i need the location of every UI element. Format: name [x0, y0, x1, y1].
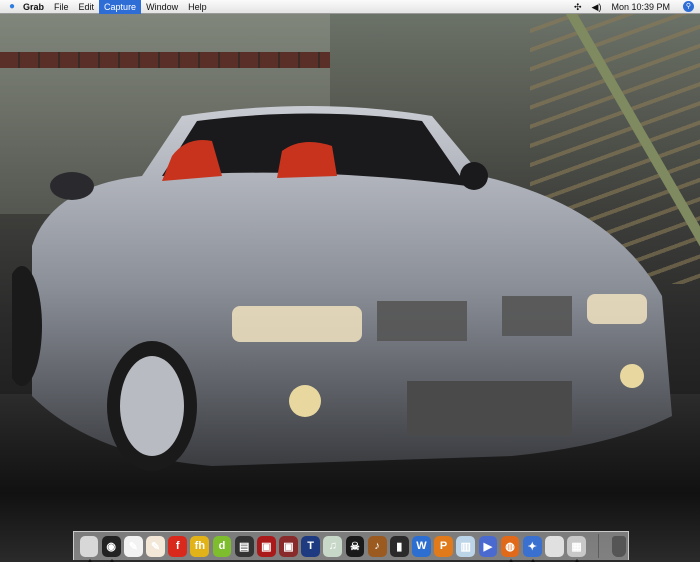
volume-icon[interactable]: ◀) [587, 0, 607, 14]
dock-finder-icon[interactable] [79, 535, 99, 562]
menu-help[interactable]: Help [183, 0, 212, 14]
dock-script-book-icon[interactable]: ▮ [389, 535, 409, 557]
dock-dreamweaver-icon[interactable]: d [212, 535, 232, 557]
network-icon[interactable]: ✣ [569, 0, 587, 14]
dock-itunes-icon[interactable]: ♫ [323, 535, 343, 557]
spotlight-icon[interactable]: ⚲ [683, 1, 694, 12]
dock-separator [597, 534, 599, 558]
menu-clock[interactable]: Mon 10:39 PM [606, 0, 675, 14]
dock-firefox-icon[interactable]: ◍ [500, 535, 520, 562]
dock-freehand-icon[interactable]: fh [190, 535, 210, 557]
dock-trash-icon[interactable] [612, 535, 627, 557]
apple-icon[interactable]: ● [0, 1, 18, 12]
dock-word-icon[interactable]: W [412, 535, 431, 557]
brick-stripe [0, 52, 330, 68]
sports-car-image [12, 106, 672, 471]
menu-window[interactable]: Window [141, 0, 183, 14]
dock-dvd-studio-icon[interactable]: ▣ [256, 535, 276, 557]
dock-imovie-icon[interactable]: ▣ [279, 535, 298, 557]
menu-app-grab[interactable]: Grab [18, 0, 49, 14]
dock-flash-icon[interactable]: f [168, 535, 188, 557]
dock-transmit-icon[interactable]: ▶ [478, 535, 498, 557]
menu-bar: ● Grab File Edit Capture Window Help ✣ ◀… [0, 0, 700, 14]
dock-garageband-icon[interactable]: ♪ [367, 535, 387, 557]
dock-aim-icon[interactable]: ✦ [522, 535, 542, 562]
dock-powerpoint-icon[interactable]: P [434, 535, 453, 557]
dock-illustrator-icon[interactable]: ✎ [124, 535, 143, 557]
menu-edit[interactable]: Edit [74, 0, 100, 14]
dock-indesign-icon[interactable]: ✎ [146, 535, 165, 557]
menu-file[interactable]: File [49, 0, 74, 14]
desktop-wallpaper [0, 14, 700, 560]
dock-preview-icon[interactable]: ▦ [567, 535, 586, 562]
dock-final-cut-icon[interactable]: ▤ [234, 535, 254, 557]
dock-toast-icon[interactable]: ▥ [456, 535, 476, 557]
menu-capture[interactable]: Capture [99, 0, 142, 14]
dock-dashboard-icon[interactable]: ◉ [101, 535, 121, 562]
dock-pirate-icon[interactable]: ☠ [345, 535, 365, 557]
dock-system-preferences-icon[interactable] [544, 535, 564, 557]
dock: ◉ ✎ ✎ f fh d ▤ ▣ ▣ T ♫ ☠ ♪ ▮ W P ▥ ▶ ◍ ✦ ▦ [73, 531, 629, 562]
dock-livetype-icon[interactable]: T [301, 535, 321, 557]
